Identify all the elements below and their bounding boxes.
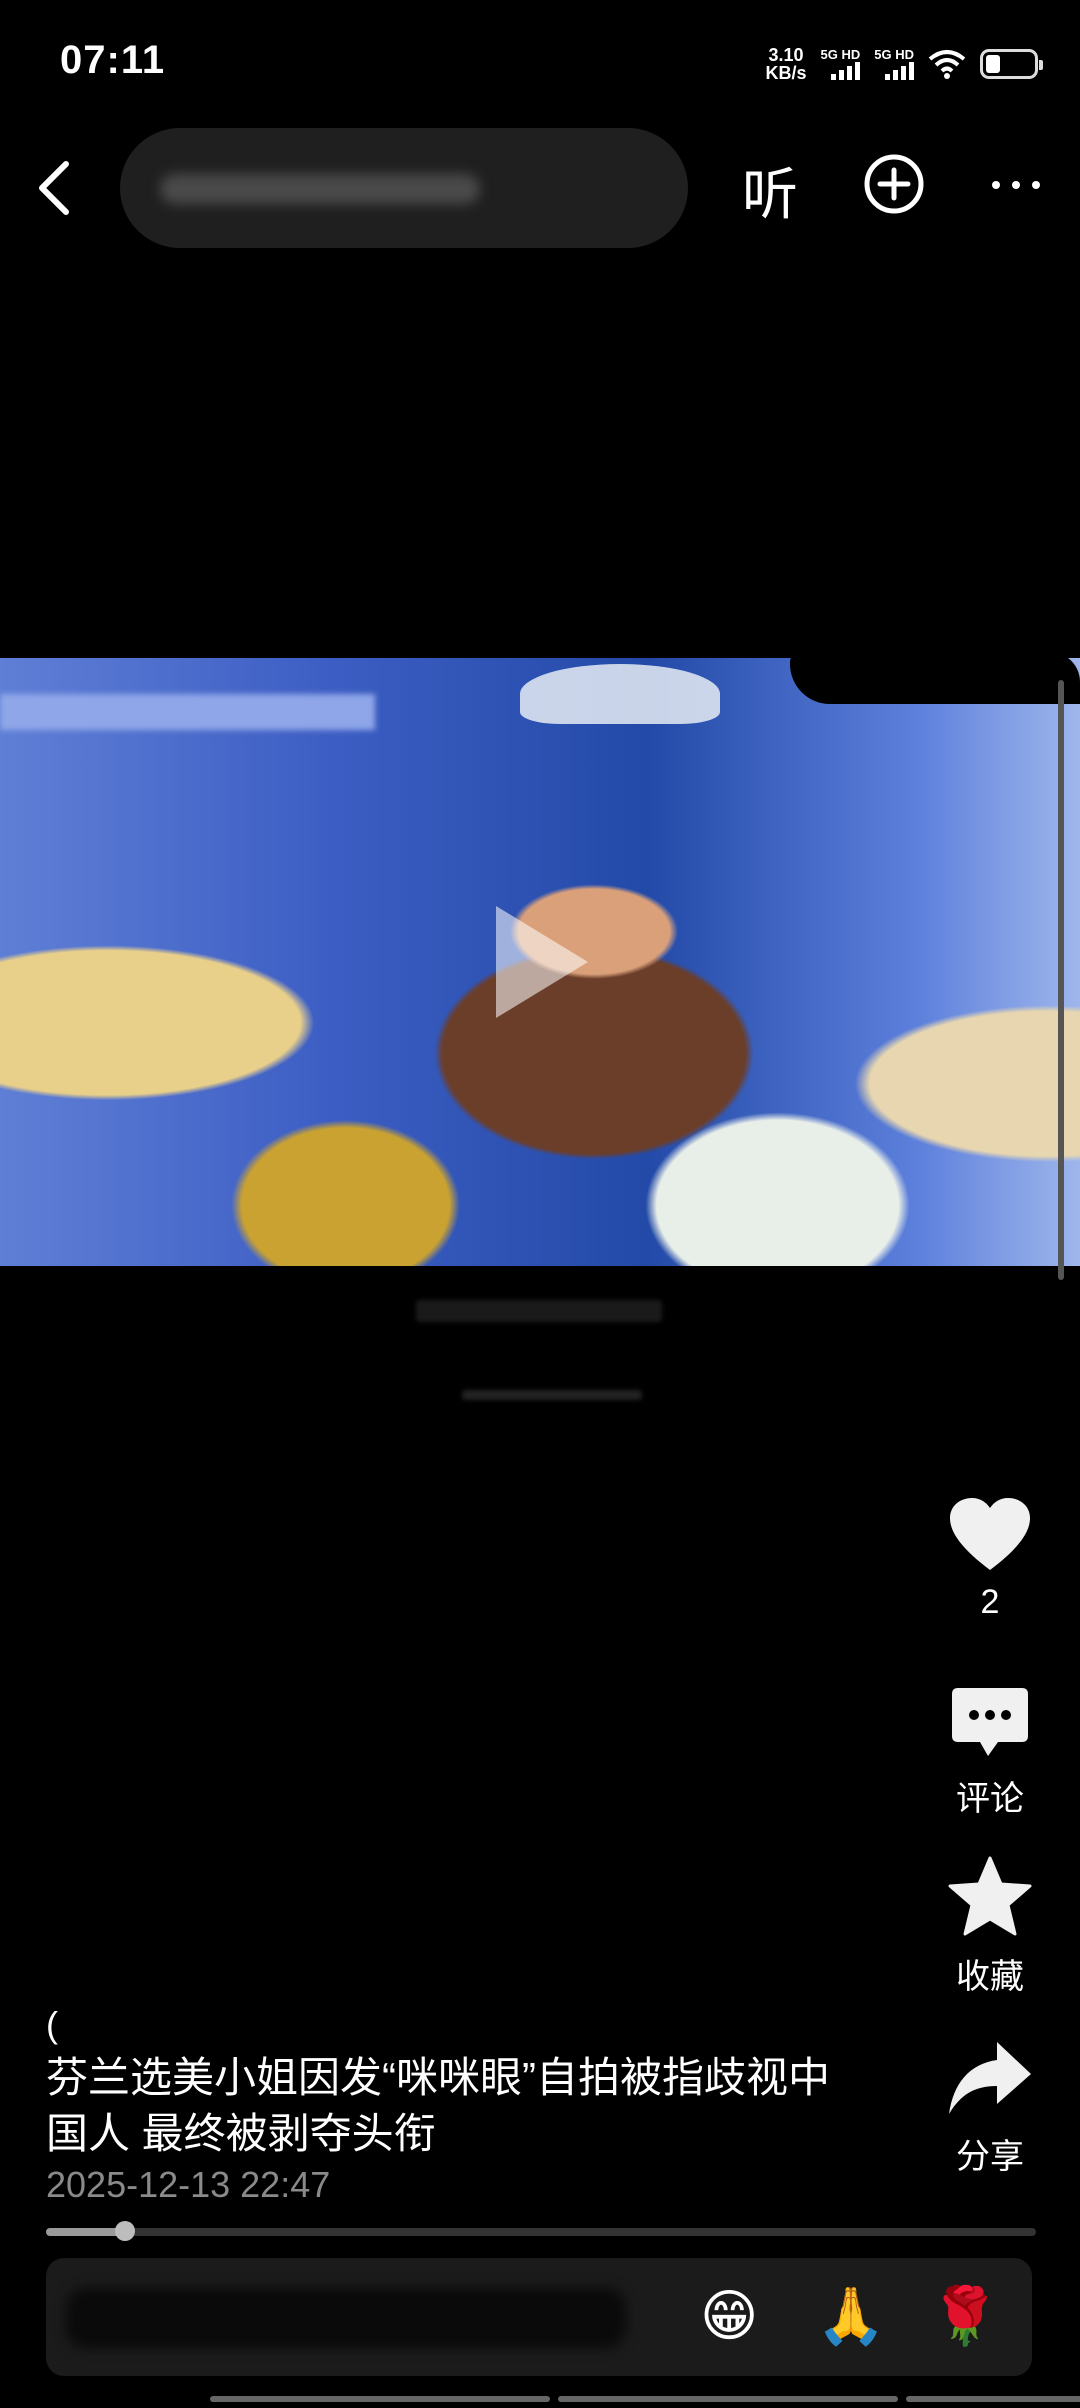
- emoji-grin-button[interactable]: 😁: [700, 2286, 758, 2346]
- sim1-signal-icon: 5G HD: [821, 48, 861, 80]
- favorite-button[interactable]: 收藏: [920, 1856, 1060, 1998]
- favorite-label: 收藏: [956, 1958, 1024, 1996]
- status-icons: 3.10 KB/s 5G HD 5G HD: [765, 40, 1043, 88]
- share-label: 分享: [956, 2138, 1024, 2176]
- comment-bubble-icon: [952, 1688, 1028, 1756]
- emoji-pray-button[interactable]: 🙏: [816, 2286, 886, 2346]
- sim2-signal-icon: 5G HD: [874, 48, 914, 80]
- blurred-query: [160, 174, 480, 204]
- like-button[interactable]: 2: [920, 1496, 1060, 1622]
- progress-knob[interactable]: [115, 2221, 136, 2241]
- like-count: 2: [980, 1583, 1000, 1621]
- progress-fill: [46, 2228, 126, 2236]
- scrollbar[interactable]: [1058, 680, 1064, 1280]
- star-icon: [948, 1856, 1032, 1936]
- comment-button[interactable]: 评论: [920, 1686, 1060, 1820]
- crown-image: [520, 664, 720, 724]
- search-input[interactable]: [120, 128, 688, 248]
- emoji-rose-button[interactable]: 🌹: [930, 2286, 1000, 2346]
- redaction-mark: [790, 658, 1080, 704]
- network-speed: 3.10 KB/s: [765, 45, 807, 83]
- redacted-text: [462, 1390, 642, 1400]
- play-icon[interactable]: [496, 906, 588, 1018]
- video-progress-bar[interactable]: [46, 2221, 1036, 2241]
- redacted-placeholder: [66, 2288, 626, 2348]
- share-arrow-icon: [949, 2042, 1031, 2114]
- wifi-icon: [928, 50, 966, 79]
- loading-spinner-icon: (: [46, 2004, 58, 2045]
- comment-input[interactable]: 😁 🙏 🌹: [46, 2258, 1032, 2376]
- more-options-icon[interactable]: [990, 178, 1042, 192]
- page-indicator: [210, 2396, 1080, 2402]
- blurred-watermark: [0, 694, 375, 730]
- status-time: 07:11: [60, 38, 166, 82]
- battery-icon: [980, 49, 1043, 79]
- post-caption: 芬兰选美小姐因发“咪咪眼”自拍被指歧视中国人 最终被剥夺头衔: [46, 2054, 830, 2157]
- share-button[interactable]: 分享: [920, 2038, 1060, 2178]
- heart-icon: [950, 1498, 1030, 1570]
- back-arrow-icon[interactable]: [30, 158, 80, 218]
- comment-label: 评论: [956, 1780, 1024, 1818]
- add-circle-icon[interactable]: [862, 152, 926, 216]
- redacted-text: [416, 1300, 662, 1322]
- listen-button[interactable]: 听: [742, 150, 798, 231]
- post-date: 2025-12-13 22:47: [46, 2164, 331, 2205]
